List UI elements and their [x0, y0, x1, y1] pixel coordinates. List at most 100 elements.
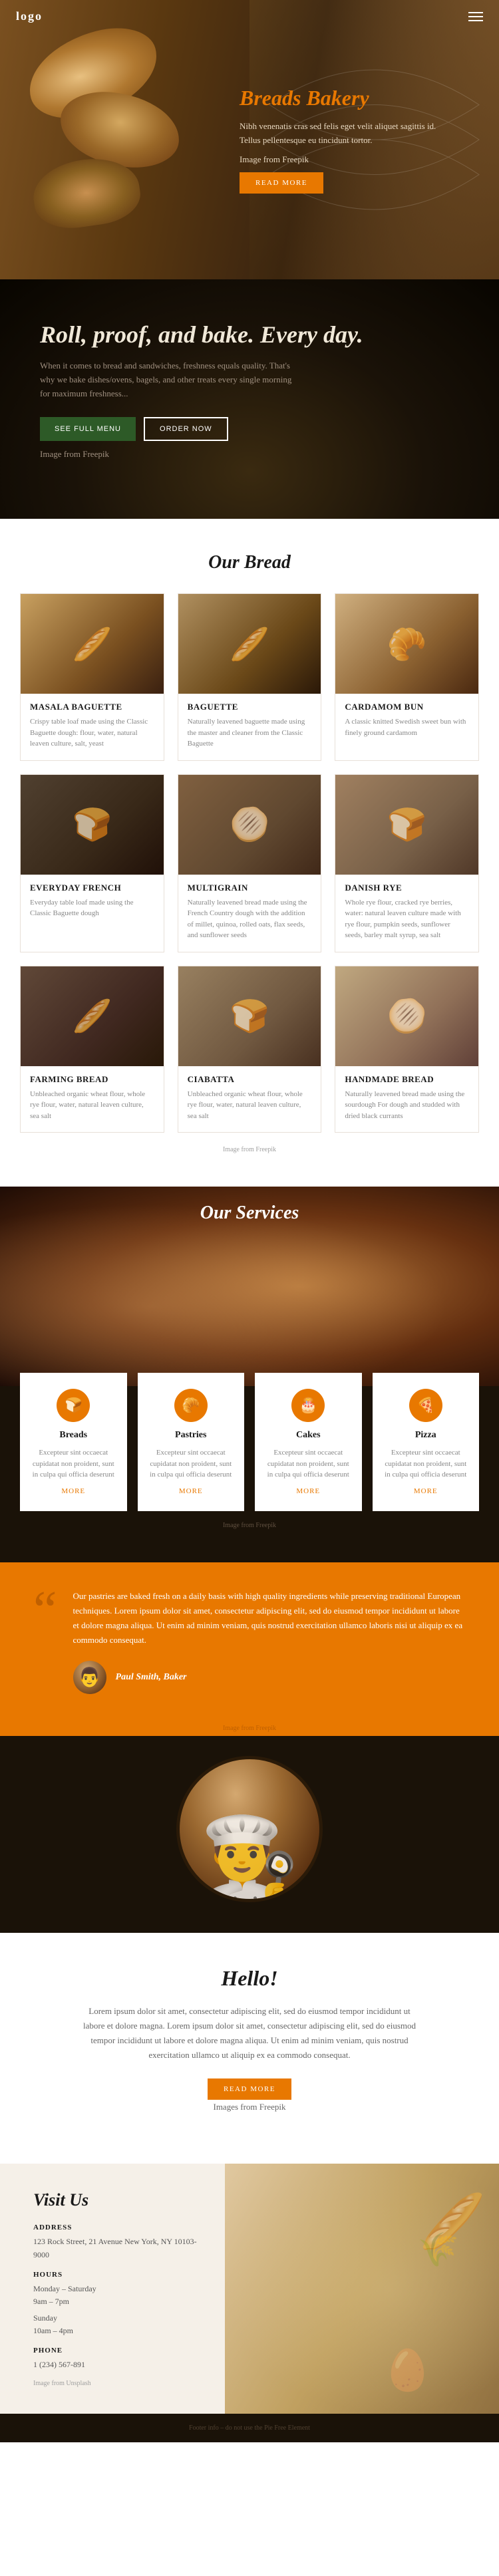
visit-phone: 1 (234) 567-891 [33, 2359, 205, 2371]
service-card-pastries[interactable]: 🥐 Pastries Excepteur sint occaecat cupid… [138, 1373, 245, 1511]
menu-line-3 [468, 20, 483, 21]
bread-name-5: MULTIGRAIN [188, 883, 312, 893]
bread-card-body-9: HANDMADE BREAD Naturally leavened bread … [335, 1066, 478, 1133]
bread-desc-9: Naturally leavened bread made using the … [345, 1089, 469, 1122]
quote-content: Our pastries are baked fresh on a daily … [73, 1589, 466, 1694]
bread-card-masala-baguette[interactable]: 🥖 MASALA BAGUETTE Crispy table loaf made… [20, 593, 164, 761]
bread-card-body-7: FARMING BREAD Unbleached organic wheat f… [21, 1066, 164, 1133]
service-card-breads[interactable]: 🍞 Breads Excepteur sint occaecat cupidat… [20, 1373, 127, 1511]
bread-desc-8: Unbleached organic wheat flour, whole ry… [188, 1089, 312, 1122]
hello-text: Lorem ipsum dolor sit amet, consectetur … [83, 2004, 416, 2063]
nav-logo[interactable]: logo [16, 9, 43, 23]
bread-card-everyday-french[interactable]: 🍞 EVERYDAY FRENCH Everyday table loaf ma… [20, 774, 164, 952]
see-full-menu-button[interactable]: SEE FULL MENU [40, 417, 136, 441]
service-card-cakes[interactable]: 🎂 Cakes Excepteur sint occaecat cupidata… [255, 1373, 362, 1511]
bread-desc-7: Unbleached organic wheat flour, whole ry… [30, 1089, 154, 1122]
bread-card-body-1: MASALA BAGUETTE Crispy table loaf made u… [21, 694, 164, 760]
bread-name-3: CARDAMOM BUN [345, 702, 469, 712]
bread-card-ciabatta[interactable]: 🍞 CIABATTA Unbleached organic wheat flou… [178, 966, 322, 1133]
bread-name-6: DANISH RYE [345, 883, 469, 893]
hero-content: Breads Bakery Nibh venenatis cras sed fe… [226, 72, 466, 206]
bread-card-body-6: DANISH RYE Whole rye flour, cracked rye … [335, 875, 478, 952]
bread-image-9: 🫓 [335, 966, 478, 1066]
hamburger-menu[interactable] [468, 12, 483, 21]
bread-image-3: 🥐 [335, 594, 478, 694]
bread-image-1: 🥖 [21, 594, 164, 694]
roll-content: Roll, proof, and bake. Every day. When i… [0, 294, 403, 503]
service-desc-pizza: Excepteur sint occaecat cupidatat non pr… [383, 1447, 469, 1481]
bread-name-7: FARMING BREAD [30, 1074, 154, 1085]
bread-desc-6: Whole rye flour, cracked rye berries, wa… [345, 897, 469, 941]
hello-section: Hello! Lorem ipsum dolor sit amet, conse… [0, 1933, 499, 2164]
hero-description: Nibh venenatis cras sed felis eget velit… [240, 120, 452, 148]
bread-name-4: EVERYDAY FRENCH [30, 883, 154, 893]
visit-content: Visit Us ADDRESS 123 Rock Street, 21 Ave… [0, 2164, 225, 2413]
roll-description: When it comes to bread and sandwiches, f… [40, 359, 293, 400]
bread-desc-4: Everyday table loaf made using the Class… [30, 897, 154, 919]
bread-card-danish-rye[interactable]: 🍞 DANISH RYE Whole rye flour, cracked ry… [335, 774, 479, 952]
service-name-pastries: Pastries [148, 1430, 234, 1441]
bread-image-4: 🍞 [21, 775, 164, 875]
bread-card-handmade-bread[interactable]: 🫓 HANDMADE BREAD Naturally leavened brea… [335, 966, 479, 1133]
bread-image-8: 🍞 [178, 966, 321, 1066]
bread-card-baguette[interactable]: 🥖 BAGUETTE Naturally leavened baguette m… [178, 593, 322, 761]
visit-phone-label: PHONE [33, 2347, 205, 2355]
pizza-icon: 🍕 [409, 1389, 442, 1422]
bread-card-body-5: MULTIGRAIN Naturally leavened bread made… [178, 875, 321, 952]
bread-card-body-8: CIABATTA Unbleached organic wheat flour,… [178, 1066, 321, 1133]
bread-name-1: MASALA BAGUETTE [30, 702, 154, 712]
service-desc-pastries: Excepteur sint occaecat cupidatat non pr… [148, 1447, 234, 1481]
service-more-cakes[interactable]: MORE [265, 1487, 351, 1495]
visit-address: 123 Rock Street, 21 Avenue New York, NY … [33, 2235, 205, 2261]
visit-hours-weekday: Monday – Saturday 9am – 7pm [33, 2283, 205, 2308]
bread-card-body-2: BAGUETTE Naturally leavened baguette mad… [178, 694, 321, 760]
menu-line-1 [468, 12, 483, 13]
footer: Footer info – do not use the Pie Free El… [0, 2414, 499, 2442]
service-name-breads: Breads [31, 1430, 116, 1441]
services-image-credit: Image from Freepik [0, 1522, 499, 1529]
pastries-icon: 🥐 [174, 1389, 208, 1422]
bread-desc-1: Crispy table loaf made using the Classic… [30, 716, 154, 750]
service-desc-breads: Excepteur sint occaecat cupidatat non pr… [31, 1447, 116, 1481]
bread-card-farming-bread[interactable]: 🥖 FARMING BREAD Unbleached organic wheat… [20, 966, 164, 1133]
service-desc-cakes: Excepteur sint occaecat cupidatat non pr… [265, 1447, 351, 1481]
services-cards: 🍞 Breads Excepteur sint occaecat cupidat… [0, 1373, 499, 1511]
hello-cta-button[interactable]: READ MORE [208, 2078, 291, 2100]
baker-section: 👨‍🍳 [0, 1736, 499, 1922]
roll-section: Roll, proof, and bake. Every day. When i… [0, 279, 499, 519]
visit-title: Visit Us [33, 2190, 205, 2210]
bread-name-8: CIABATTA [188, 1074, 312, 1085]
our-bread-title: Our Bread [20, 552, 479, 573]
roll-title: Roll, proof, and bake. Every day. [40, 321, 363, 349]
author-avatar: 👨 [73, 1661, 106, 1694]
roll-image-credit: Image from Freepik [40, 448, 293, 462]
hero-section: Breads Bakery Nibh venenatis cras sed fe… [0, 0, 499, 279]
service-more-pizza[interactable]: MORE [383, 1487, 469, 1495]
roll-buttons: SEE FULL MENU ORDER NOW [40, 417, 363, 441]
bread-image-6: 🍞 [335, 775, 478, 875]
hero-cta-button[interactable]: READ MORE [240, 172, 323, 194]
service-name-pizza: Pizza [383, 1430, 469, 1441]
bread-card-cardamom-bun[interactable]: 🥐 CARDAMOM BUN A classic knitted Swedish… [335, 593, 479, 761]
visit-hours-label: HOURS [33, 2271, 205, 2279]
our-bread-section: Our Bread 🥖 MASALA BAGUETTE Crispy table… [0, 519, 499, 1187]
visit-section: 🥖 🥚 🌾 Visit Us ADDRESS 123 Rock Street, … [0, 2164, 499, 2413]
bread-card-body-3: CARDAMOM BUN A classic knitted Swedish s… [335, 694, 478, 749]
baker-image-credit [0, 1922, 499, 1933]
baker-avatar: 👨‍🍳 [176, 1756, 323, 1902]
menu-line-2 [468, 16, 483, 17]
bread-image-5: 🫓 [178, 775, 321, 875]
service-more-breads[interactable]: MORE [31, 1487, 116, 1495]
service-card-pizza[interactable]: 🍕 Pizza Excepteur sint occaecat cupidata… [373, 1373, 480, 1511]
bread-desc-2: Naturally leavened baguette made using t… [188, 716, 312, 750]
order-now-button[interactable]: ORDER NOW [144, 417, 228, 441]
quote-section: “ Our pastries are baked fresh on a dail… [0, 1562, 499, 1721]
bread-desc-3: A classic knitted Swedish sweet bun with… [345, 716, 469, 738]
visit-address-label: ADDRESS [33, 2223, 205, 2231]
service-more-pastries[interactable]: MORE [148, 1487, 234, 1495]
bread-card-multigrain[interactable]: 🫓 MULTIGRAIN Naturally leavened bread ma… [178, 774, 322, 952]
visit-hours-sunday: Sunday 10am – 4pm [33, 2312, 205, 2337]
hero-image-credit: Image from Freepik [240, 153, 452, 167]
hello-title: Hello! [40, 1966, 459, 1991]
cakes-icon: 🎂 [291, 1389, 325, 1422]
